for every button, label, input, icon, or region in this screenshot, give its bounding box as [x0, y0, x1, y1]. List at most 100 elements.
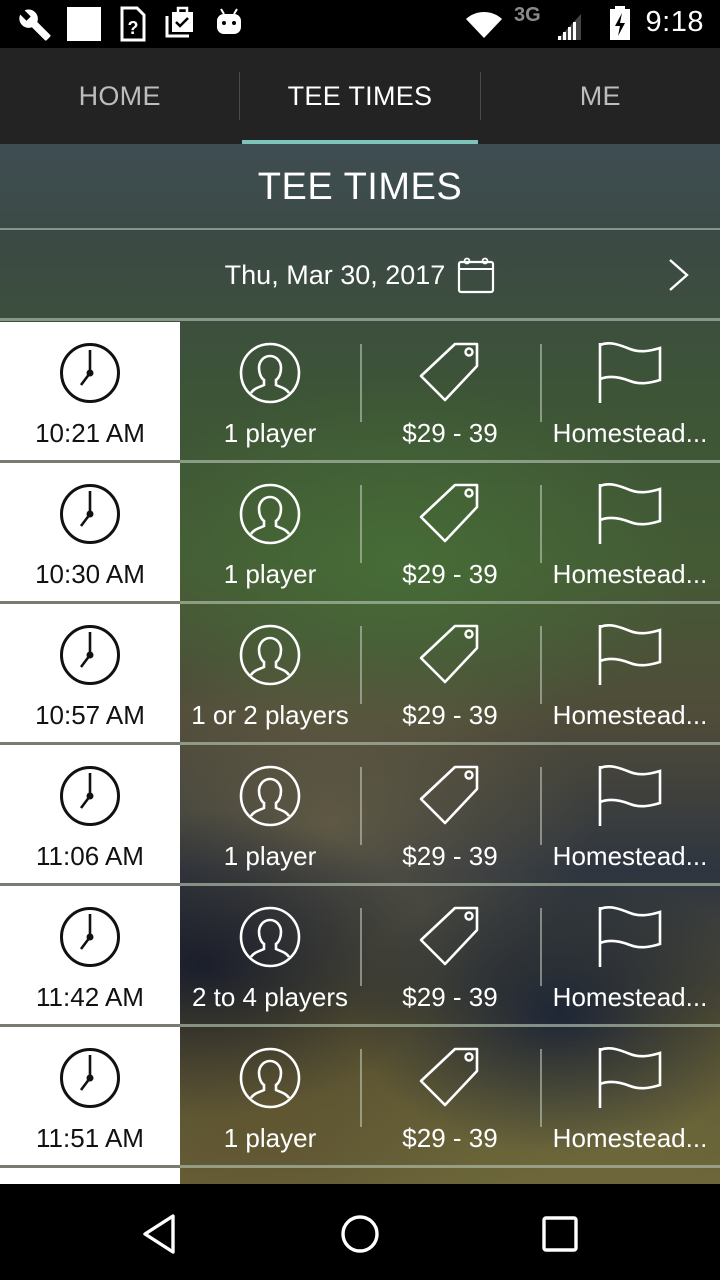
- wrench-icon: [18, 8, 52, 47]
- price-tag-icon: [419, 342, 481, 404]
- tee-time-row[interactable]: 10:21 AM 1 player $29 - 39 Homestead...: [0, 322, 720, 463]
- price-cell: $29 - 39: [360, 322, 540, 460]
- time-cell: 11:06 AM: [0, 745, 180, 883]
- tee-time-row[interactable]: 11:51 AM 1 player $29 - 39 Homestead...: [0, 1027, 720, 1168]
- calendar-icon[interactable]: [457, 256, 495, 294]
- clock-icon: [59, 624, 121, 686]
- divider: [0, 318, 720, 321]
- tee-time: 11:42 AM: [36, 982, 144, 1012]
- user-icon: [239, 342, 301, 404]
- flag-icon: [598, 342, 662, 404]
- tab-tee-times[interactable]: TEE TIMES: [240, 48, 479, 144]
- price-range: $29 - 39: [402, 418, 498, 448]
- course-name: Homestead...: [552, 559, 708, 589]
- players-count: 1 player: [223, 559, 317, 589]
- clock-icon: [59, 765, 121, 827]
- tee-time-row[interactable]: 11:06 AM 1 player $29 - 39 Homestead...: [0, 745, 720, 886]
- price-range: $29 - 39: [402, 982, 498, 1012]
- battery-charging-icon: [609, 6, 631, 45]
- price-range: $29 - 39: [402, 841, 498, 871]
- time-cell: 11:42 AM: [0, 886, 180, 1024]
- tee-time-row[interactable]: 10:57 AM 1 or 2 players $29 - 39 Homeste…: [0, 604, 720, 745]
- course-name: Homestead...: [552, 418, 708, 448]
- players-cell: 1 player: [180, 322, 360, 460]
- cell-divider: [360, 908, 362, 986]
- players-cell: 2 to 4 players: [180, 886, 360, 1024]
- chevron-right-icon[interactable]: [668, 258, 690, 299]
- cell-divider: [540, 908, 542, 986]
- flag-icon: [598, 1047, 662, 1109]
- course-name: Homestead...: [552, 1123, 708, 1153]
- price-cell: $29 - 39: [360, 604, 540, 742]
- back-icon[interactable]: [136, 1210, 184, 1258]
- date-selector: Thu, Mar 30, 2017: [0, 230, 720, 320]
- user-icon: [239, 765, 301, 827]
- players-cell: 1 or 2 players: [180, 604, 360, 742]
- players-count: 1 or 2 players: [191, 700, 349, 730]
- price-cell: $29 - 39: [360, 1027, 540, 1165]
- course-name: Homestead...: [552, 700, 708, 730]
- tee-time: 11:51 AM: [36, 1123, 144, 1153]
- list-item-partial[interactable]: [0, 1168, 720, 1184]
- course-name: Homestead...: [552, 982, 708, 1012]
- cell-divider: [540, 485, 542, 563]
- cell-divider: [360, 767, 362, 845]
- user-icon: [239, 483, 301, 545]
- tee-time-row[interactable]: 11:42 AM 2 to 4 players $29 - 39 Homeste…: [0, 886, 720, 1027]
- players-cell: 1 player: [180, 1027, 360, 1165]
- tee-time: 10:30 AM: [35, 559, 145, 589]
- price-cell: $29 - 39: [360, 886, 540, 1024]
- price-cell: $29 - 39: [360, 745, 540, 883]
- svg-text:?: ?: [128, 18, 139, 38]
- clock-icon: [59, 1047, 121, 1109]
- cell-divider: [540, 1049, 542, 1127]
- recents-icon[interactable]: [536, 1210, 584, 1258]
- cell-divider: [540, 344, 542, 422]
- players-count: 1 player: [223, 1123, 317, 1153]
- flag-icon: [598, 906, 662, 968]
- android-icon: [215, 8, 243, 41]
- tee-time-row[interactable]: 10:30 AM 1 player $29 - 39 Homestead...: [0, 463, 720, 604]
- time-cell: 10:30 AM: [0, 463, 180, 601]
- cell-divider: [360, 1049, 362, 1127]
- price-tag-icon: [419, 1047, 481, 1109]
- clipboard-check-icon: [165, 6, 195, 43]
- players-cell: 1 player: [180, 463, 360, 601]
- clock-icon: [59, 342, 121, 404]
- tab-me[interactable]: ME: [481, 48, 720, 144]
- status-bar: ? 3G 9:18: [0, 0, 720, 48]
- players-count: 1 player: [223, 841, 317, 871]
- page-title: TEE TIMES: [257, 165, 463, 208]
- cell-divider: [360, 626, 362, 704]
- course-cell: Homestead...: [540, 463, 720, 601]
- user-icon: [239, 906, 301, 968]
- course-cell: Homestead...: [540, 745, 720, 883]
- tee-times-content: TEE TIMES Thu, Mar 30, 2017 10:21 AM 1 p…: [0, 144, 720, 1184]
- cell-divider: [540, 767, 542, 845]
- tab-home[interactable]: HOME: [0, 48, 239, 144]
- status-clock: 9:18: [645, 6, 704, 38]
- price-cell: $29 - 39: [360, 463, 540, 601]
- clock-icon: [59, 483, 121, 545]
- date-label[interactable]: Thu, Mar 30, 2017: [225, 260, 446, 291]
- course-cell: Homestead...: [540, 886, 720, 1024]
- tee-time: 11:06 AM: [36, 841, 144, 871]
- players-count: 2 to 4 players: [191, 982, 349, 1012]
- tee-times-list: 10:21 AM 1 player $29 - 39 Homestead...: [0, 322, 720, 1168]
- course-cell: Homestead...: [540, 1027, 720, 1165]
- flag-icon: [598, 624, 662, 686]
- price-tag-icon: [419, 765, 481, 827]
- course-name: Homestead...: [552, 841, 708, 871]
- wifi-icon: [466, 12, 502, 43]
- tee-time: 10:21 AM: [35, 418, 145, 448]
- system-nav-bar: [0, 1184, 720, 1280]
- time-cell: 10:57 AM: [0, 604, 180, 742]
- tee-time: 10:57 AM: [35, 700, 145, 730]
- user-icon: [239, 1047, 301, 1109]
- home-icon[interactable]: [336, 1210, 384, 1258]
- course-cell: Homestead...: [540, 604, 720, 742]
- flag-icon: [598, 765, 662, 827]
- sim-unknown-icon: ?: [120, 6, 146, 47]
- price-tag-icon: [419, 906, 481, 968]
- clock-icon: [59, 906, 121, 968]
